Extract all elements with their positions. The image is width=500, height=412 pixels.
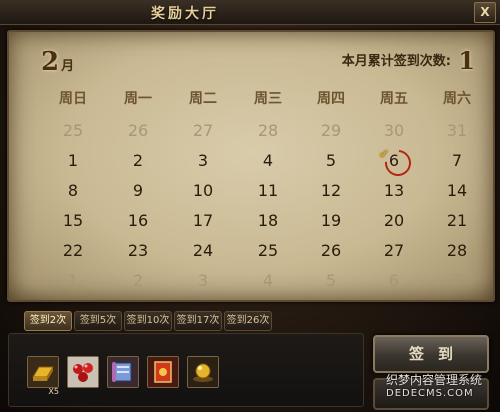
weekday-label: 周日: [59, 91, 87, 107]
calendar-day: 19: [320, 211, 342, 230]
calendar-day-other-month: 1: [67, 271, 79, 290]
calendar-day: 26: [320, 241, 342, 260]
weekday-label: 周六: [443, 91, 471, 107]
calendar-day-other-month: 7: [451, 271, 463, 290]
signin-count-value: 1: [458, 46, 475, 75]
calendar-day: 12: [320, 181, 342, 200]
signin-count-label: 本月累计签到次数:: [341, 54, 451, 69]
calendar-day: 21: [446, 211, 468, 230]
calendar-day: 16: [127, 211, 149, 230]
calendar-day: 10: [192, 181, 214, 200]
checkmark-icon: ✔: [379, 147, 390, 161]
window-title: 奖励大厅: [151, 6, 219, 22]
watermark-line2: DEDECMS.COM: [386, 388, 474, 399]
title-bar: 奖励大厅 X: [0, 0, 500, 25]
sign-in-button[interactable]: 签到: [373, 335, 489, 373]
tab-signin-1[interactable]: 签到5次: [74, 311, 122, 331]
close-button[interactable]: X: [474, 2, 496, 23]
calendar-day: 11: [257, 181, 279, 200]
tab-signin-4[interactable]: 签到26次: [224, 311, 272, 331]
calendar-day: 27: [383, 241, 405, 260]
calendar-day-other-month: 26: [127, 121, 149, 140]
calendar-day-other-month: 5: [325, 271, 337, 290]
weekday-label: 周五: [380, 91, 408, 107]
golden-orb-icon[interactable]: [187, 356, 219, 388]
month-number: 2: [41, 47, 60, 77]
calendar-day: 4: [262, 151, 274, 170]
item-quantity: X5: [48, 387, 59, 396]
calendar-day-other-month: 30: [383, 121, 405, 140]
calendar-day: 22: [62, 241, 84, 260]
month-unit: 月: [61, 59, 75, 74]
calendar-day: 9: [132, 181, 144, 200]
calendar-day-other-month: 4: [262, 271, 274, 290]
tab-signin-2[interactable]: 签到10次: [124, 311, 172, 331]
calendar-day-other-month: 27: [192, 121, 214, 140]
calendar-day-other-month: 31: [446, 121, 468, 140]
calendar-day: 24: [192, 241, 214, 260]
calendar-day-other-month: 6: [388, 271, 400, 290]
calendar-day: 20: [383, 211, 405, 230]
weekday-label: 周三: [254, 91, 282, 107]
reward-hall-window: 奖励大厅 X 2月 本月累计签到次数: 1 周日 周一 周二 周三 周四 周五 周六 25 2…: [0, 0, 500, 412]
calendar-day: 2: [132, 151, 144, 170]
gold-bar-icon[interactable]: X5: [27, 356, 59, 396]
weekday-label: 周一: [124, 91, 152, 107]
calendar-day: 1: [67, 151, 79, 170]
month-label: 2月: [41, 47, 74, 77]
calendar-day: 15: [62, 211, 84, 230]
watermark: 织梦内容管理系统 DEDECMS.COM: [386, 373, 498, 401]
red-gems-icon[interactable]: [67, 356, 99, 388]
calendar-day: 7: [451, 151, 463, 170]
watermark-line1: 织梦内容管理系统: [386, 373, 483, 387]
calendar-day: 28: [446, 241, 468, 260]
calendar-day-other-month: 2: [132, 271, 144, 290]
weekday-label: 周四: [317, 91, 345, 107]
calendar-day: 8: [67, 181, 79, 200]
calendar-day: 3: [197, 151, 209, 170]
calendar-panel: 2月 本月累计签到次数: 1 周日 周一 周二 周三 周四 周五 周六 25 26 27 28 29…: [7, 30, 495, 302]
weekday-label: 周二: [189, 91, 217, 107]
weekday-header: 周日 周一 周二 周三 周四 周五 周六: [31, 88, 471, 108]
tab-signin-0[interactable]: 签到2次: [24, 311, 72, 331]
tab-signin-3[interactable]: 签到17次: [174, 311, 222, 331]
calendar-day: 5: [325, 151, 337, 170]
calendar-day-other-month: 25: [62, 121, 84, 140]
scroll-icon[interactable]: [107, 356, 139, 388]
calendar-day: 17: [192, 211, 214, 230]
calendar-day: 14: [446, 181, 468, 200]
reward-items-panel: X5: [8, 333, 364, 407]
calendar-day-other-month: 3: [197, 271, 209, 290]
calendar-day: 25: [257, 241, 279, 260]
calendar-day-other-month: 28: [257, 121, 279, 140]
calendar-day: 23: [127, 241, 149, 260]
card-icon[interactable]: [147, 356, 179, 388]
calendar-day: 18: [257, 211, 279, 230]
calendar-day-other-month: 29: [320, 121, 342, 140]
calendar-day-signed: 6 ✔: [368, 144, 420, 182]
calendar-day: 13: [383, 181, 405, 200]
